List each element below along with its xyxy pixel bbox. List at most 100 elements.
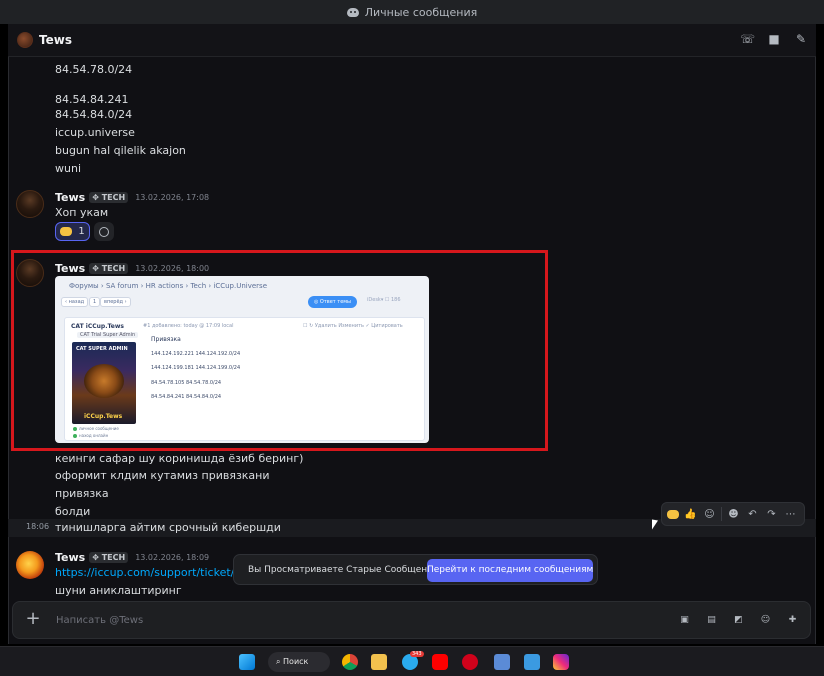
discord-logo-icon [346,7,359,17]
message-timestamp: 13.02.2026, 18:00 [135,264,210,273]
phone-icon[interactable]: ☏ [740,32,755,46]
author-name[interactable]: Tews [55,262,85,275]
more-icon[interactable]: ⋯ [783,507,798,522]
windows-taskbar: Поиск 343 [0,646,824,676]
taskbar-search-label: Поиск [276,657,308,666]
pin-icon[interactable]: ✎ [794,32,808,46]
video-icon[interactable]: ■ [767,32,781,46]
chrome-icon[interactable] [342,654,358,670]
role-tag: ✥ TECH [89,192,129,203]
message-input[interactable]: Написать @Tews [56,615,143,626]
app-icon[interactable] [494,654,510,670]
instagram-icon[interactable] [553,654,569,670]
embed-ip-line: 84.54.84.241 84.54.84.0/24 [151,394,222,400]
message-timestamp: 18:06 [26,522,50,531]
gift-icon[interactable]: ▣ [677,613,692,628]
embed-profile-card: CAT SUPER ADMIN iCCup.Tews [72,342,136,424]
message-line: iccup.universe [55,126,135,139]
message-composer[interactable]: + Написать @Tews ▣ ▤ ◩ ☺ ✚ [12,601,811,639]
windows-start-icon[interactable] [239,654,255,670]
role-tag: ✥ TECH [89,552,129,563]
embed-ip-line: 144.124.199.181 144.124.199.0/24 [151,365,241,371]
embed-page-button: 1 [89,297,101,307]
message-link[interactable]: https://iccup.com/support/ticket/1924 [55,566,262,579]
gif-icon[interactable]: ▤ [704,613,719,628]
embed-ip-line: 84.54.78.105 84.54.78.0/24 [151,380,222,386]
avatar[interactable] [16,259,44,287]
embed-post-role: CAT Trial Super Admin [77,332,139,338]
composer-actions: ▣ ▤ ◩ ☺ ✚ [677,613,800,628]
embed-toolbar: ‹ назад 1 вперёд › ◎ Ответ темы iDesk▾ ☐… [55,294,429,312]
forward-icon[interactable]: ↷ [764,507,779,522]
message-line: оформит клдим кутамиз привязкани [55,469,270,482]
old-messages-banner: Вы Просматриваете Старые Сообщения Перей… [233,554,598,585]
embed-breadcrumb: Форумы › SA forum › HR actions › Tech › … [69,282,268,290]
embed-post-author: CAT iCCup.Tews [71,323,124,330]
embed-post-meta: #1 добавлено: today @ 17:09 local [143,323,234,329]
message-text: Хоп укам [55,206,109,219]
author-name[interactable]: Tews [55,551,85,564]
jump-to-present-button[interactable]: Перейти к последним сообщениям [427,559,593,582]
handshake-emoji-icon [60,227,73,236]
embed-toolbar-right: iDesk▾ ☐ 186 [367,297,401,303]
reaction-handshake[interactable]: 1 [55,222,90,241]
image-attachment[interactable]: Форумы › SA forum › HR actions › Tech › … [55,276,429,443]
message-line: 84.54.84.0/24 [55,108,133,121]
apps-icon[interactable]: ✚ [785,613,800,628]
emoji-icon[interactable]: ☺ [758,613,773,628]
embed-card-bottom: iCCup.Tews [84,413,123,420]
window-titlebar: Личные сообщения [0,0,824,24]
handshake-reaction-icon[interactable] [667,509,679,519]
channel-name[interactable]: Tews [39,33,72,47]
divider [721,507,722,521]
message-header: Tews ✥ TECH 13.02.2026, 18:00 [55,262,209,275]
banner-text: Вы Просматриваете Старые Сообщения [248,565,439,575]
reply-icon[interactable]: ↶ [745,507,760,522]
avatar[interactable] [16,190,44,218]
opera-icon[interactable] [462,654,478,670]
file-explorer-icon[interactable] [371,654,387,670]
sticker-icon[interactable]: ◩ [731,613,746,628]
embed-post-actions: ☐ ↻ Удалить Изменить ✓ Цитировать [303,323,403,329]
embed-post: CAT iCCup.Tews #1 добавлено: today @ 17:… [64,317,425,441]
avatar[interactable] [16,551,44,579]
taskbar-search[interactable]: Поиск [268,652,330,672]
mouse-cursor-icon [652,519,658,531]
embed-card-top: CAT SUPER ADMIN [76,346,128,352]
channel-header: Tews ☏ ■ ✎ [8,24,816,57]
telegram-badge: 343 [410,651,424,657]
smile-icon [99,226,109,237]
embed-ip-line: 144.124.192.221 144.124.192.0/24 [151,351,241,357]
embed-prev-button: ‹ назад [61,297,89,307]
thumbs-up-icon[interactable]: 👍 [683,507,698,522]
lion-image [84,364,124,398]
embed-post-title: Привязка [151,336,181,343]
laugh-icon[interactable]: ☺ [702,507,717,522]
message-action-bar: 👍 ☺ ☻ ↶ ↷ ⋯ [661,502,805,526]
embed-side-link: личное сообщение [73,426,119,431]
message-line: тинишларга айтим срочный кибершди [55,521,281,534]
role-tag: ✥ TECH [89,263,129,274]
youtube-icon[interactable] [432,654,448,670]
attach-plus-icon[interactable]: + [25,610,41,628]
message-line: 84.54.84.241 [55,93,129,106]
add-reaction-icon[interactable]: ☻ [726,507,741,522]
message-line: кеинги сафар шу коринишда ёзиб беринг) [55,452,304,465]
message-line: 84.54.78.0/24 [55,63,133,76]
header-actions: ☏ ■ ✎ [740,32,808,46]
add-reaction-button[interactable] [94,222,114,241]
message-timestamp: 13.02.2026, 17:08 [135,193,210,202]
message-line: wuni [55,162,81,175]
notes-app-icon[interactable] [524,654,540,670]
embed-reply-button: ◎ Ответ темы [308,296,357,308]
author-name[interactable]: Tews [55,191,85,204]
embed-next-button: вперёд › [100,297,131,307]
embed-side-link: наход онлайн [73,433,108,438]
message-header: Tews ✥ TECH 13.02.2026, 18:09 [55,551,209,564]
reaction-count: 1 [78,226,85,237]
message-timestamp: 13.02.2026, 18:09 [135,553,210,562]
header-avatar[interactable] [17,32,33,48]
message-header: Tews ✥ TECH 13.02.2026, 17:08 [55,191,209,204]
message-line: болди [55,505,91,518]
message-text: шуни аниклаштиринг [55,584,182,597]
